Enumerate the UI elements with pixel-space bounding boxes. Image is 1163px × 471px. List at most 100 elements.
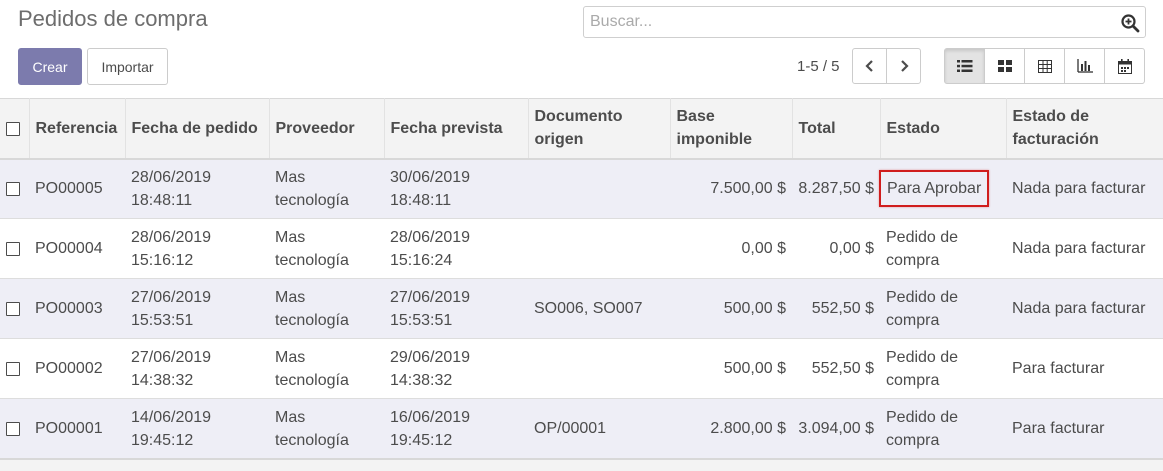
column-header-invoice-status[interactable]: Estado de facturación	[1006, 98, 1163, 160]
cell-expected-date: 28/06/2019 15:16:24	[384, 218, 528, 279]
cell-state: Pedido de compra	[880, 398, 1006, 459]
search-input[interactable]	[584, 7, 1110, 37]
row-checkbox[interactable]	[6, 361, 20, 376]
cell-source-document	[528, 218, 670, 279]
cell-expected-date: 29/06/2019 14:38:32	[384, 338, 528, 399]
table-row[interactable]: PO00002 27/06/2019 14:38:32 Mas tecnología…	[0, 338, 1163, 399]
column-header-expected-date[interactable]: Fecha prevista	[384, 98, 529, 160]
cell-order-date: 27/06/2019 15:53:51	[125, 278, 269, 339]
row-checkbox[interactable]	[6, 241, 20, 256]
cell-order-date: 27/06/2019 14:38:32	[125, 338, 269, 399]
list-view-button[interactable]	[944, 48, 985, 84]
table-row[interactable]: PO00001 14/06/2019 19:45:12 Mas tecnología…	[0, 398, 1163, 459]
column-header-source-document[interactable]: Documento origen	[528, 98, 671, 160]
kanban-view-icon	[997, 60, 1012, 72]
column-header-order-date[interactable]: Fecha de pedido	[125, 98, 270, 160]
search-plus-icon[interactable]	[1120, 13, 1140, 33]
column-header-reference[interactable]: Referencia	[29, 98, 126, 160]
cell-vendor: Mas tecnología	[269, 218, 384, 279]
table-footer	[0, 458, 1163, 471]
column-header-untaxed-amount[interactable]: Base imponible	[670, 98, 793, 160]
header-line-2: facturación	[1012, 131, 1099, 149]
row-select-cell[interactable]	[0, 218, 29, 279]
header-line-1: Estado de	[1012, 108, 1089, 126]
cell-source-document	[528, 338, 670, 399]
cell-reference: PO00001	[29, 398, 125, 459]
graph-view-icon	[1076, 59, 1093, 73]
cell-reference: PO00003	[29, 278, 125, 339]
cell-expected-date: 27/06/2019 15:53:51	[384, 278, 528, 339]
cell-untaxed-amount: 0,00 $	[670, 218, 792, 279]
calendar-view-button[interactable]	[1104, 48, 1145, 84]
cell-total: 0,00 $	[792, 218, 880, 279]
cell-order-date: 28/06/2019 18:48:11	[125, 158, 269, 219]
cell-total: 552,50 $	[792, 278, 880, 339]
column-header-state[interactable]: Estado	[880, 98, 1007, 160]
page-title: Pedidos de compra	[18, 6, 208, 31]
purchase-orders-table: Referencia Fecha de pedido Proveedor Fec…	[0, 98, 1163, 459]
cell-reference: PO00002	[29, 338, 125, 399]
cell-state: Pedido de compra	[880, 218, 1006, 279]
cell-expected-date: 30/06/2019 18:48:11	[384, 158, 528, 219]
cell-order-date: 28/06/2019 15:16:12	[125, 218, 269, 279]
cell-total: 3.094,00 $	[792, 398, 880, 459]
cell-expected-date: 16/06/2019 19:45:12	[384, 398, 528, 459]
cell-invoice-status: Nada para facturar	[1006, 158, 1163, 219]
cell-invoice-status: Para facturar	[1006, 338, 1163, 399]
select-all-cell[interactable]	[0, 98, 30, 160]
search-box[interactable]	[583, 6, 1146, 38]
row-select-cell[interactable]	[0, 278, 29, 339]
list-view-icon	[956, 60, 972, 72]
row-select-cell[interactable]	[0, 338, 29, 399]
row-checkbox[interactable]	[6, 421, 20, 436]
column-header-total[interactable]: Total	[792, 98, 881, 160]
cell-vendor: Mas tecnología	[269, 278, 384, 339]
cell-reference: PO00004	[29, 218, 125, 279]
pivot-view-button[interactable]	[1024, 48, 1065, 84]
header-line-2: origen	[534, 131, 584, 149]
cell-reference: PO00005	[29, 158, 125, 219]
cell-untaxed-amount: 500,00 $	[670, 278, 792, 339]
pager-previous-button[interactable]	[852, 48, 887, 84]
table-row[interactable]: PO00005 28/06/2019 18:48:11 Mas tecnología…	[0, 158, 1163, 219]
row-select-cell[interactable]	[0, 158, 29, 219]
table-row[interactable]: PO00004 28/06/2019 15:16:12 Mas tecnología…	[0, 218, 1163, 279]
cell-source-document	[528, 158, 670, 219]
chevron-left-icon	[864, 60, 873, 72]
cell-total: 552,50 $	[792, 338, 880, 399]
cell-untaxed-amount: 7.500,00 $	[670, 158, 792, 219]
graph-view-button[interactable]	[1064, 48, 1105, 84]
create-button[interactable]: Crear	[18, 48, 82, 85]
select-all-checkbox[interactable]	[6, 121, 20, 136]
cell-source-document: SO006, SO007	[528, 278, 670, 339]
import-button[interactable]: Importar	[87, 48, 168, 85]
chevron-right-icon	[900, 60, 909, 72]
cell-vendor: Mas tecnología	[269, 158, 384, 219]
row-checkbox[interactable]	[6, 182, 20, 197]
table-row[interactable]: PO00003 27/06/2019 15:53:51 Mas tecnología…	[0, 278, 1163, 339]
calendar-view-icon	[1117, 58, 1132, 74]
cell-state: Para Aprobar	[879, 158, 1006, 219]
pager-value[interactable]: 1-5 / 5	[797, 58, 840, 75]
column-header-vendor[interactable]: Proveedor	[269, 98, 385, 160]
header-line-1: Base	[676, 108, 715, 126]
cell-invoice-status: Nada para facturar	[1006, 218, 1163, 279]
pager-next-button[interactable]	[886, 48, 921, 84]
cell-untaxed-amount: 500,00 $	[670, 338, 792, 399]
kanban-view-button[interactable]	[984, 48, 1025, 84]
row-checkbox[interactable]	[6, 301, 20, 316]
pivot-view-icon	[1037, 59, 1052, 73]
cell-order-date: 14/06/2019 19:45:12	[125, 398, 269, 459]
cell-source-document: OP/00001	[528, 398, 670, 459]
cell-state: Pedido de compra	[880, 278, 1006, 339]
cell-untaxed-amount: 2.800,00 $	[670, 398, 792, 459]
row-select-cell[interactable]	[0, 398, 29, 459]
cell-invoice-status: Nada para facturar	[1006, 278, 1163, 339]
cell-vendor: Mas tecnología	[269, 338, 384, 399]
state-highlight-box: Para Aprobar	[879, 170, 990, 208]
cell-total: 8.287,50 $	[792, 158, 880, 219]
cell-vendor: Mas tecnología	[269, 398, 384, 459]
cell-invoice-status: Para facturar	[1006, 398, 1163, 459]
header-line-2: imponible	[676, 131, 753, 149]
cell-state: Pedido de compra	[880, 338, 1006, 399]
